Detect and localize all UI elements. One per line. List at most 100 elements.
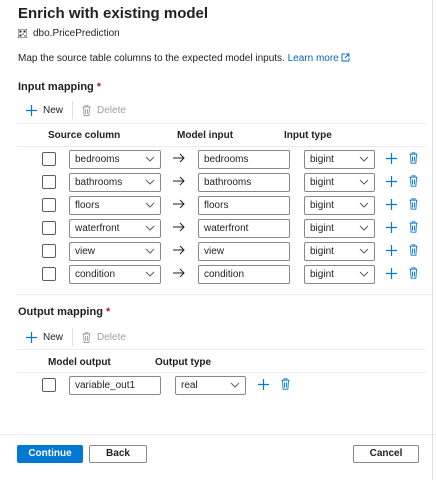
input-mapping-row: floors floors bigint xyxy=(17,194,433,217)
row-checkbox[interactable] xyxy=(42,198,56,212)
row-checkbox[interactable] xyxy=(42,378,56,392)
add-row-icon[interactable] xyxy=(386,268,397,279)
delete-row-icon[interactable] xyxy=(409,198,418,210)
source-column-dropdown[interactable]: condition xyxy=(69,265,161,284)
source-column-value: waterfront xyxy=(75,223,120,234)
chevron-down-icon xyxy=(359,156,369,162)
arrow-right-icon xyxy=(173,153,185,163)
model-input-field[interactable]: waterfront xyxy=(198,219,290,238)
input-type-dropdown[interactable]: bigint xyxy=(304,265,375,284)
model-name-line: dbo.PricePrediction xyxy=(18,28,120,39)
add-row-icon[interactable] xyxy=(386,153,397,164)
row-checkbox[interactable] xyxy=(42,244,56,258)
back-button[interactable]: Back xyxy=(89,445,147,463)
learn-more-link[interactable]: Learn more xyxy=(288,53,350,64)
input-mapping-title: Input mapping * xyxy=(18,81,101,93)
external-link-icon xyxy=(341,53,350,62)
footer-divider xyxy=(0,434,436,435)
model-input-field[interactable]: bedrooms xyxy=(198,150,290,169)
toolbar-divider xyxy=(72,328,74,346)
chevron-down-icon xyxy=(145,179,155,185)
source-column-dropdown[interactable]: waterfront xyxy=(69,219,161,238)
arrow-right-icon xyxy=(173,245,185,255)
source-column-value: view xyxy=(75,246,96,257)
divider xyxy=(17,372,426,373)
model-input-value: view xyxy=(204,246,225,257)
add-row-icon[interactable] xyxy=(258,379,269,390)
input-type-dropdown[interactable]: bigint xyxy=(304,150,375,169)
divider xyxy=(17,349,426,350)
input-delete-button[interactable]: Delete xyxy=(82,105,126,116)
row-checkbox[interactable] xyxy=(42,267,56,281)
continue-button[interactable]: Continue xyxy=(17,445,83,463)
delete-row-icon[interactable] xyxy=(409,152,418,164)
model-input-field[interactable]: bathrooms xyxy=(198,173,290,192)
model-input-value: bedrooms xyxy=(204,154,249,165)
input-delete-label: Delete xyxy=(97,104,126,116)
arrow-right-icon xyxy=(173,268,185,278)
output-new-button[interactable]: New xyxy=(26,331,63,343)
model-output-field[interactable]: variable_out1 xyxy=(69,376,161,395)
header-source-column: Source column xyxy=(48,130,121,141)
input-type-dropdown[interactable]: bigint xyxy=(304,196,375,215)
delete-row-icon[interactable] xyxy=(409,221,418,233)
add-row-icon[interactable] xyxy=(386,176,397,187)
chevron-down-icon xyxy=(145,248,155,254)
required-mark: * xyxy=(105,306,111,318)
row-checkbox[interactable] xyxy=(42,175,56,189)
delete-row-icon[interactable] xyxy=(409,175,418,187)
model-input-value: condition xyxy=(204,269,245,280)
arrow-right-icon xyxy=(173,199,185,209)
source-column-value: bathrooms xyxy=(75,177,123,188)
chevron-down-icon xyxy=(145,202,155,208)
output-mapping-toolbar: New Delete xyxy=(26,328,126,346)
header-output-type: Output type xyxy=(155,357,212,368)
input-type-value: bigint xyxy=(310,269,334,280)
add-row-icon[interactable] xyxy=(386,245,397,256)
output-delete-button[interactable]: Delete xyxy=(82,332,126,343)
header-input-type: Input type xyxy=(284,130,332,141)
model-input-field[interactable]: floors xyxy=(198,196,290,215)
source-column-dropdown[interactable]: bedrooms xyxy=(69,150,161,169)
arrow-right-icon xyxy=(173,222,185,232)
delete-row-icon[interactable] xyxy=(409,267,418,279)
input-type-value: bigint xyxy=(310,223,334,234)
output-type-dropdown[interactable]: real xyxy=(175,376,246,395)
source-column-dropdown[interactable]: view xyxy=(69,242,161,261)
chevron-down-icon xyxy=(359,225,369,231)
source-column-dropdown[interactable]: bathrooms xyxy=(69,173,161,192)
required-mark: * xyxy=(96,81,102,93)
model-input-field[interactable]: view xyxy=(198,242,290,261)
input-mapping-toolbar: New Delete xyxy=(26,101,126,119)
input-new-button[interactable]: New xyxy=(26,104,64,116)
output-type-value: real xyxy=(181,380,198,391)
output-mapping-title-text: Output mapping xyxy=(18,306,103,318)
chevron-down-icon xyxy=(145,271,155,277)
cancel-button[interactable]: Cancel xyxy=(353,445,419,463)
source-column-dropdown[interactable]: floors xyxy=(69,196,161,215)
model-name: dbo.PricePrediction xyxy=(33,28,120,39)
input-new-label: New xyxy=(43,104,64,116)
row-checkbox[interactable] xyxy=(42,152,56,166)
add-row-icon[interactable] xyxy=(386,199,397,210)
model-icon xyxy=(18,29,27,38)
input-type-value: bigint xyxy=(310,200,334,211)
output-mapping-row: variable_out1 real xyxy=(17,374,433,397)
description: Map the source table columns to the expe… xyxy=(18,53,350,64)
model-input-field[interactable]: condition xyxy=(198,265,290,284)
plus-icon xyxy=(26,331,37,343)
input-type-dropdown[interactable]: bigint xyxy=(304,242,375,261)
input-type-dropdown[interactable]: bigint xyxy=(304,173,375,192)
delete-row-icon[interactable] xyxy=(409,244,418,256)
output-delete-label: Delete xyxy=(97,331,126,343)
delete-row-icon[interactable] xyxy=(281,378,290,390)
divider xyxy=(17,146,426,147)
input-type-value: bigint xyxy=(310,246,334,257)
source-column-value: floors xyxy=(75,200,100,211)
input-type-dropdown[interactable]: bigint xyxy=(304,219,375,238)
row-checkbox[interactable] xyxy=(42,221,56,235)
chevron-down-icon xyxy=(359,179,369,185)
section-divider xyxy=(17,294,433,295)
add-row-icon[interactable] xyxy=(386,222,397,233)
header-model-output: Model output xyxy=(48,357,111,368)
